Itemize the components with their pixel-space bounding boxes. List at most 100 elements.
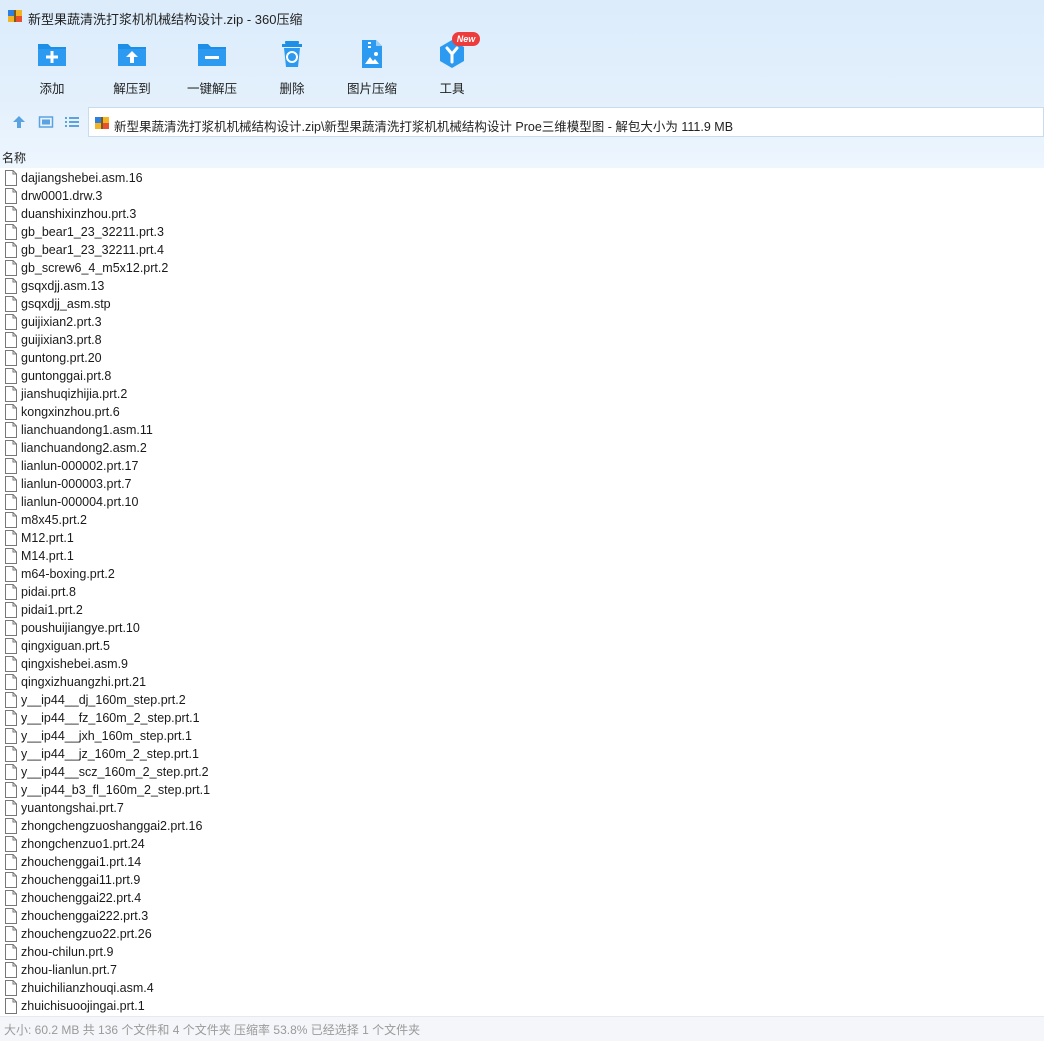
- file-row[interactable]: zhouchenggai22.prt.4: [0, 889, 1044, 907]
- file-name: M14.prt.1: [21, 549, 74, 563]
- file-name: y__ip44__dj_160m_step.prt.2: [21, 693, 186, 707]
- file-row[interactable]: gsqxdjj_asm.stp: [0, 295, 1044, 313]
- file-row[interactable]: M14.prt.1: [0, 547, 1044, 565]
- file-row[interactable]: gsqxdjj.asm.13: [0, 277, 1044, 295]
- window-title: 新型果蔬清洗打浆机机械结构设计.zip - 360压缩: [28, 12, 303, 27]
- file-row[interactable]: guntong.prt.20: [0, 349, 1044, 367]
- file-row[interactable]: y__ip44__dj_160m_step.prt.2: [0, 691, 1044, 709]
- file-name: guijixian3.prt.8: [21, 333, 102, 347]
- file-icon: [5, 584, 17, 600]
- image-compress-button[interactable]: 图片压缩: [332, 34, 412, 100]
- file-row[interactable]: y__ip44__fz_160m_2_step.prt.1: [0, 709, 1044, 727]
- file-name: y__ip44__jxh_160m_step.prt.1: [21, 729, 192, 743]
- file-name: m8x45.prt.2: [21, 513, 88, 527]
- file-icon: [5, 890, 17, 906]
- file-row[interactable]: zhongchengzuoshanggai2.prt.16: [0, 817, 1044, 835]
- file-icon: [5, 188, 17, 204]
- file-icon: [5, 242, 17, 258]
- file-row[interactable]: qingxiguan.prt.5: [0, 637, 1044, 655]
- file-row[interactable]: pidai1.prt.2: [0, 601, 1044, 619]
- file-icon: [5, 998, 17, 1014]
- file-name: lianchuandong2.asm.2: [21, 441, 147, 455]
- file-icon: [5, 224, 17, 240]
- file-icon: [5, 854, 17, 870]
- file-row[interactable]: lianchuandong2.asm.2: [0, 439, 1044, 457]
- file-name: y__ip44__jz_160m_2_step.prt.1: [21, 747, 199, 761]
- path-text: 新型果蔬清洗打浆机机械结构设计.zip\新型果蔬清洗打浆机机械结构设计 Proe…: [114, 120, 734, 134]
- file-icon: [5, 836, 17, 852]
- file-name: duanshixinzhou.prt.3: [21, 207, 137, 221]
- file-row[interactable]: y__ip44_b3_fl_160m_2_step.prt.1: [0, 781, 1044, 799]
- delete-button[interactable]: 删除: [252, 34, 332, 100]
- list-view-icon[interactable]: [64, 114, 80, 130]
- one-click-extract-button[interactable]: 一键解压: [172, 34, 252, 100]
- image-compress-label: 图片压缩: [346, 82, 397, 96]
- file-row[interactable]: kongxinzhou.prt.6: [0, 403, 1044, 421]
- file-row[interactable]: m8x45.prt.2: [0, 511, 1044, 529]
- file-name: gb_bear1_23_32211.prt.3: [21, 225, 164, 239]
- one-click-extract-icon: [198, 44, 226, 66]
- file-row[interactable]: lianchuandong1.asm.11: [0, 421, 1044, 439]
- file-row[interactable]: drw0001.drw.3: [0, 187, 1044, 205]
- file-icon: [5, 944, 17, 960]
- file-row[interactable]: poushuijiangye.prt.10: [0, 619, 1044, 637]
- file-row[interactable]: lianlun-000003.prt.7: [0, 475, 1044, 493]
- file-row[interactable]: guntonggai.prt.8: [0, 367, 1044, 385]
- file-row[interactable]: y__ip44__scz_160m_2_step.prt.2: [0, 763, 1044, 781]
- file-row[interactable]: gb_screw6_4_m5x12.prt.2: [0, 259, 1044, 277]
- one-click-extract-label: 一键解压: [186, 82, 237, 96]
- file-row[interactable]: zhouchenggai1.prt.14: [0, 853, 1044, 871]
- file-row[interactable]: zhuichisuoojingai.prt.1: [0, 997, 1044, 1015]
- file-row[interactable]: lianlun-000004.prt.10: [0, 493, 1044, 511]
- delete-label: 删除: [279, 82, 305, 96]
- file-icon: [5, 494, 17, 510]
- file-name: gb_bear1_23_32211.prt.4: [21, 243, 164, 257]
- file-name: pidai.prt.8: [21, 585, 76, 599]
- file-row[interactable]: zhou-chilun.prt.9: [0, 943, 1044, 961]
- add-button[interactable]: 添加: [12, 34, 92, 100]
- tools-button[interactable]: New 工具: [412, 32, 492, 100]
- extract-to-button[interactable]: 解压到: [92, 34, 172, 100]
- up-arrow-icon[interactable]: [11, 114, 27, 130]
- file-name: y__ip44__fz_160m_2_step.prt.1: [21, 711, 200, 725]
- file-name: zhouchenggai22.prt.4: [21, 891, 142, 905]
- file-row[interactable]: pidai.prt.8: [0, 583, 1044, 601]
- file-row[interactable]: guijixian2.prt.3: [0, 313, 1044, 331]
- file-row[interactable]: yuantongshai.prt.7: [0, 799, 1044, 817]
- thumbnail-view-icon[interactable]: [38, 114, 54, 130]
- file-row[interactable]: qingxishebei.asm.9: [0, 655, 1044, 673]
- file-row[interactable]: y__ip44__jxh_160m_step.prt.1: [0, 727, 1044, 745]
- file-name: guntong.prt.20: [21, 351, 102, 365]
- file-name: qingxizhuangzhi.prt.21: [21, 675, 147, 689]
- file-row[interactable]: dajiangshebei.asm.16: [0, 169, 1044, 187]
- file-row[interactable]: duanshixinzhou.prt.3: [0, 205, 1044, 223]
- file-row[interactable]: jianshuqizhijia.prt.2: [0, 385, 1044, 403]
- file-name: lianlun-000004.prt.10: [21, 495, 139, 509]
- zip-file-icon: [95, 117, 109, 129]
- file-row[interactable]: M12.prt.1: [0, 529, 1044, 547]
- tools-label: 工具: [439, 82, 465, 96]
- top-area: 新型果蔬清洗打浆机机械结构设计.zip - 360压缩 添加 解压到 一键解压 …: [0, 0, 1044, 168]
- file-row[interactable]: zhouchenggai222.prt.3: [0, 907, 1044, 925]
- file-name: lianchuandong1.asm.11: [21, 423, 153, 437]
- add-icon: [38, 44, 66, 66]
- file-row[interactable]: guijixian3.prt.8: [0, 331, 1044, 349]
- file-icon: [5, 674, 17, 690]
- file-row[interactable]: zhou-lianlun.prt.7: [0, 961, 1044, 979]
- file-row[interactable]: gb_bear1_23_32211.prt.3: [0, 223, 1044, 241]
- name-column-header[interactable]: 名称: [0, 148, 1044, 166]
- file-row[interactable]: zhongchenzuo1.prt.24: [0, 835, 1044, 853]
- file-row[interactable]: qingxizhuangzhi.prt.21: [0, 673, 1044, 691]
- path-field[interactable]: 新型果蔬清洗打浆机机械结构设计.zip\新型果蔬清洗打浆机机械结构设计 Proe…: [88, 107, 1044, 137]
- file-row[interactable]: zhouchenggai11.prt.9: [0, 871, 1044, 889]
- file-icon: [5, 296, 17, 312]
- file-row[interactable]: m64-boxing.prt.2: [0, 565, 1044, 583]
- file-name: pidai1.prt.2: [21, 603, 83, 617]
- file-row[interactable]: lianlun-000002.prt.17: [0, 457, 1044, 475]
- toolbar: 添加 解压到 一键解压 删除 图片压缩 New 工具: [0, 32, 1044, 104]
- title-bar: 新型果蔬清洗打浆机机械结构设计.zip - 360压缩: [0, 0, 1044, 32]
- file-row[interactable]: zhuichilianzhouqi.asm.4: [0, 979, 1044, 997]
- file-row[interactable]: zhouchengzuo22.prt.26: [0, 925, 1044, 943]
- file-row[interactable]: y__ip44__jz_160m_2_step.prt.1: [0, 745, 1044, 763]
- file-row[interactable]: gb_bear1_23_32211.prt.4: [0, 241, 1044, 259]
